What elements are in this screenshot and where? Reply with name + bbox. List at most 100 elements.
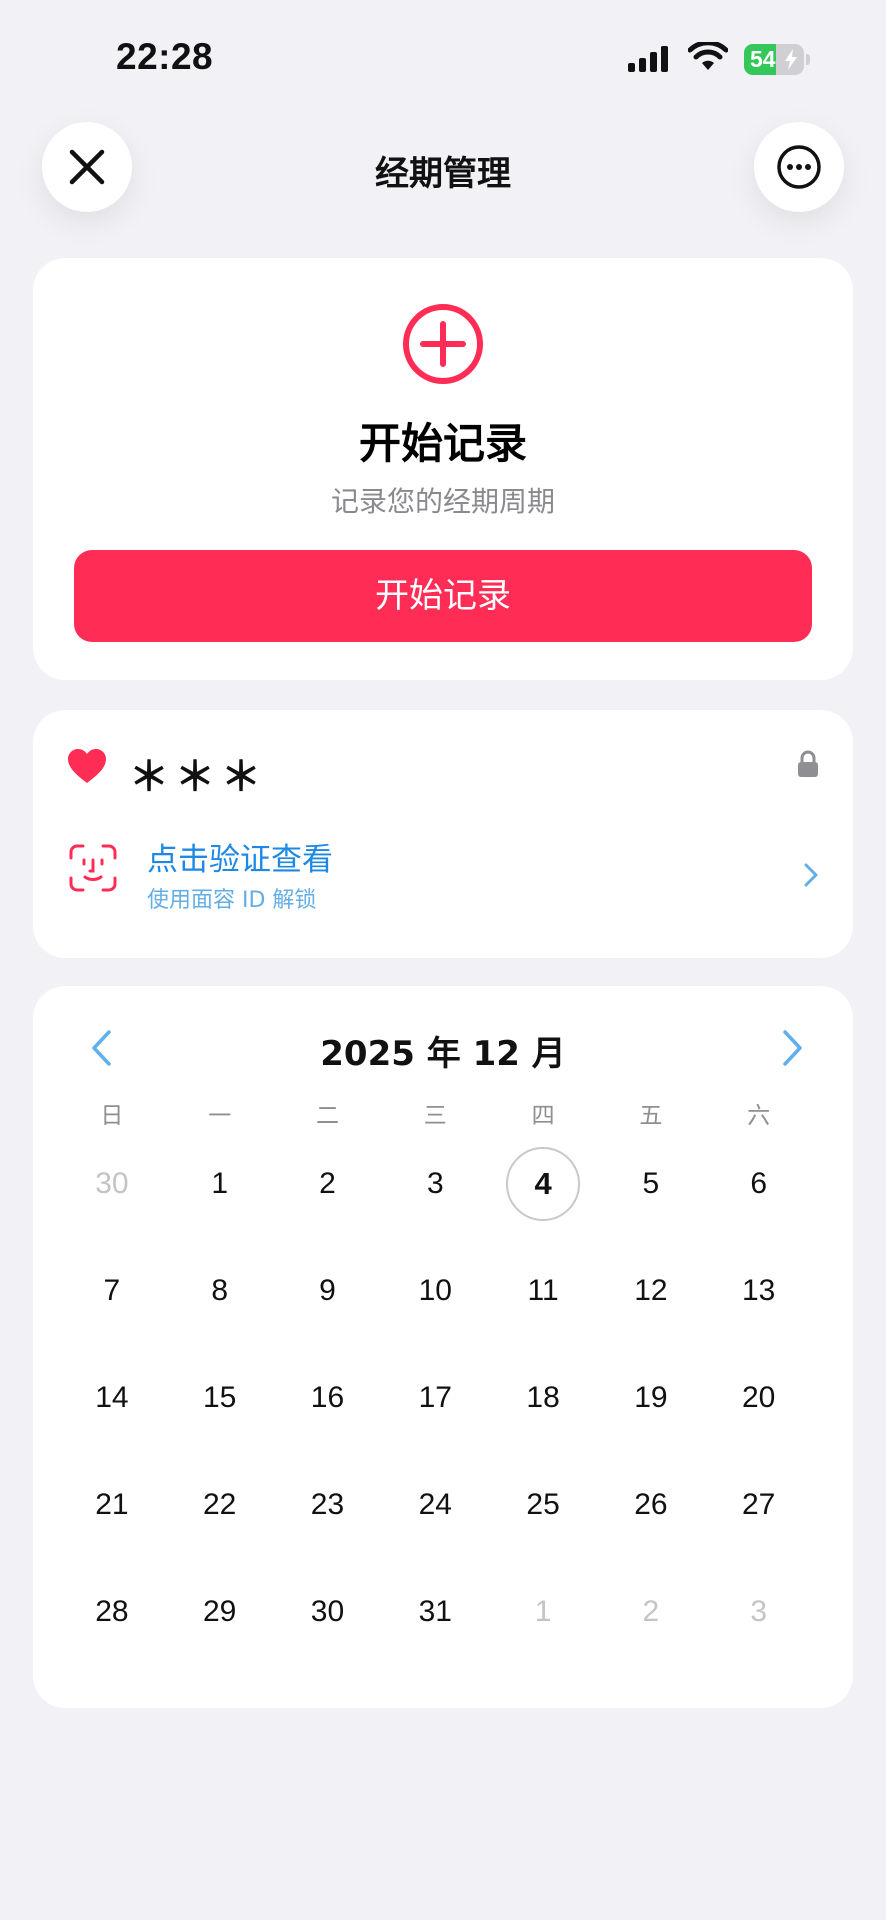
calendar-month-title: 2025 年 12 月 <box>320 1034 566 1074</box>
calendar-day-number: 27 <box>741 1487 776 1521</box>
calendar-day[interactable]: 16 <box>274 1344 382 1451</box>
weekday-label: 六 <box>747 1103 771 1129</box>
start-subtitle: 记录您的经期周期 <box>330 485 555 518</box>
calendar-day[interactable]: 2 <box>274 1130 382 1237</box>
wifi-icon <box>688 42 728 70</box>
more-button[interactable] <box>754 122 844 212</box>
calendar-day-number: 22 <box>203 1487 237 1521</box>
calendar-day[interactable]: 26 <box>597 1451 705 1558</box>
status-bar: 22:28 54 <box>0 0 886 110</box>
calendar-day-number: 8 <box>211 1273 229 1307</box>
chevron-right-icon <box>783 1030 802 1066</box>
calendar-day[interactable]: 10 <box>381 1237 489 1344</box>
calendar-day-number: 12 <box>634 1273 668 1307</box>
calendar-day-number: 19 <box>634 1380 668 1414</box>
calendar-day[interactable]: 1 <box>166 1130 274 1237</box>
charging-bolt-icon <box>785 49 797 70</box>
status-time: 22:28 <box>116 36 214 77</box>
start-title: 开始记录 <box>358 419 527 468</box>
calendar-day-number: 13 <box>741 1273 776 1307</box>
calendar-day[interactable]: 13 <box>705 1237 813 1344</box>
calendar-day[interactable]: 6 <box>705 1130 813 1237</box>
calendar-day-number: 20 <box>741 1380 776 1414</box>
calendar-day[interactable]: 18 <box>489 1344 597 1451</box>
battery-cap <box>806 54 810 65</box>
calendar-day[interactable]: 5 <box>597 1130 705 1237</box>
calendar-day[interactable]: 19 <box>597 1344 705 1451</box>
calendar-day-number: 4 <box>506 1146 581 1221</box>
privacy-card: ＊＊＊ 点击验证查看 使用面容 ID 解锁 <box>33 710 853 958</box>
calendar-day-today[interactable]: 4 <box>489 1130 597 1237</box>
calendar-day[interactable]: 29 <box>166 1558 274 1665</box>
weekday-label: 二 <box>315 1103 339 1129</box>
calendar-day[interactable]: 20 <box>705 1344 813 1451</box>
calendar-day-number: 6 <box>750 1166 768 1200</box>
weekday-label: 五 <box>639 1103 663 1129</box>
calendar-day-number: 10 <box>418 1273 452 1307</box>
calendar-day-number: 9 <box>319 1273 336 1307</box>
calendar-day-number: 29 <box>203 1594 237 1628</box>
chevron-right-icon <box>804 863 818 887</box>
calendar-day[interactable]: 11 <box>489 1237 597 1344</box>
calendar-day[interactable]: 31 <box>381 1558 489 1665</box>
calendar-day-number: 2 <box>642 1594 660 1628</box>
calendar-day-number: 17 <box>418 1380 452 1414</box>
weekday-label: 三 <box>423 1103 447 1129</box>
calendar-day[interactable]: 28 <box>58 1558 166 1665</box>
heart-icon <box>68 749 106 783</box>
page-title: 经期管理 <box>375 154 511 194</box>
lock-icon <box>798 750 818 777</box>
calendar-day[interactable]: 17 <box>381 1344 489 1451</box>
calendar-day-number: 18 <box>526 1380 560 1414</box>
calendar-day[interactable]: 27 <box>705 1451 813 1558</box>
calendar-day-number: 2 <box>319 1166 336 1200</box>
calendar-day-number: 7 <box>103 1273 121 1307</box>
calendar-card: 2025 年 12 月 日 一 二 三 四 五 六 30 1 2 3 4 5 6 7 8 9 10 1… <box>33 986 853 1708</box>
calendar-day[interactable]: 30 <box>58 1130 166 1237</box>
calendar-day[interactable]: 30 <box>274 1558 382 1665</box>
more-icon <box>777 145 821 189</box>
calendar-day-number: 24 <box>418 1487 452 1521</box>
calendar-day[interactable]: 23 <box>274 1451 382 1558</box>
app-screen: 22:28 54 经期管理 开始记录 记录您的经期周期 开始记录 ＊＊＊ 点击验… <box>0 0 886 1920</box>
calendar-day-number: 1 <box>211 1166 229 1200</box>
calendar-day-number: 21 <box>95 1487 129 1521</box>
weekday-label: 四 <box>531 1103 555 1129</box>
calendar-day[interactable]: 3 <box>381 1130 489 1237</box>
calendar-day-number: 23 <box>310 1487 345 1521</box>
calendar-day[interactable]: 12 <box>597 1237 705 1344</box>
calendar-day[interactable]: 8 <box>166 1237 274 1344</box>
verify-subtitle: 使用面容 ID 解锁 <box>147 888 317 913</box>
calendar-day-number: 5 <box>642 1166 660 1200</box>
calendar-day-number: 28 <box>95 1594 129 1628</box>
calendar-day[interactable]: 9 <box>274 1237 382 1344</box>
calendar-day-number: 11 <box>527 1273 559 1307</box>
calendar-day-number: 30 <box>95 1166 129 1200</box>
calendar-day-number: 15 <box>203 1380 237 1414</box>
calendar-day-number: 16 <box>310 1380 345 1414</box>
calendar-day[interactable]: 21 <box>58 1451 166 1558</box>
weekday-header: 日 一 二 三 四 五 六 <box>58 1096 813 1130</box>
calendar-day-grid: 30 1 2 3 4 5 6 7 8 9 10 11 12 13 14 15 16 17 18 19 20 21 22 23 2… <box>58 1130 813 1665</box>
calendar-day[interactable]: 14 <box>58 1344 166 1451</box>
start-record-card: 开始记录 记录您的经期周期 开始记录 <box>33 258 853 680</box>
calendar-day[interactable]: 1 <box>489 1558 597 1665</box>
verify-row[interactable]: 点击验证查看 使用面容 ID 解锁 <box>33 820 853 930</box>
calendar-day[interactable]: 3 <box>705 1558 813 1665</box>
next-month-button[interactable] <box>773 1022 813 1074</box>
calendar-day[interactable]: 22 <box>166 1451 274 1558</box>
calendar-day-number: 30 <box>310 1594 345 1628</box>
face-id-icon <box>69 844 117 892</box>
weekday-label: 日 <box>100 1103 124 1129</box>
calendar-day-number: 3 <box>750 1594 768 1628</box>
calendar-day[interactable]: 24 <box>381 1451 489 1558</box>
calendar-day-number: 14 <box>95 1380 129 1414</box>
calendar-day[interactable]: 7 <box>58 1237 166 1344</box>
start-record-button[interactable]: 开始记录 <box>74 550 812 642</box>
calendar-day-number: 26 <box>634 1487 668 1521</box>
calendar-day[interactable]: 2 <box>597 1558 705 1665</box>
calendar-day-number: 25 <box>526 1487 560 1521</box>
battery-icon: 54 <box>744 44 810 75</box>
calendar-day[interactable]: 15 <box>166 1344 274 1451</box>
calendar-day[interactable]: 25 <box>489 1451 597 1558</box>
